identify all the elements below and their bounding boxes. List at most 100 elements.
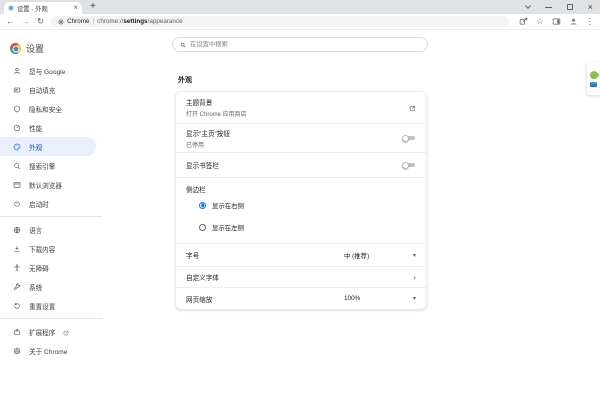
font-size-select[interactable]: 中 (推荐) ▾ bbox=[344, 251, 416, 260]
bookmarks-bar-title: 显示书签栏 bbox=[186, 160, 402, 170]
radio-unselected-icon[interactable] bbox=[199, 224, 206, 231]
sidebar-item-extensions[interactable]: 扩展程序 bbox=[0, 322, 96, 341]
settings-page: 设置 您与 Google 自动填充 隐私和安全 性能 外观 搜索引擎 bbox=[0, 30, 600, 400]
sidebar-item-downloads[interactable]: 下载内容 bbox=[0, 239, 96, 258]
radio-selected-icon[interactable] bbox=[199, 202, 206, 209]
theme-title: 主题背景 bbox=[186, 97, 409, 107]
omnibox-separator: | bbox=[93, 18, 95, 25]
search-icon bbox=[180, 42, 186, 48]
forward-icon[interactable]: → bbox=[22, 17, 31, 26]
tab-title: 设置 - 外观 bbox=[17, 4, 70, 13]
kebab-menu-icon[interactable]: ⋮ bbox=[586, 17, 595, 26]
section-title: 外观 bbox=[178, 75, 427, 85]
sidebar-item-on-startup[interactable]: 启动时 bbox=[0, 194, 96, 213]
font-size-title: 字号 bbox=[186, 250, 344, 260]
chrome-logo bbox=[10, 43, 21, 54]
floating-edge-widget[interactable] bbox=[587, 62, 600, 95]
theme-row[interactable]: 主题背景 打开 Chrome 应用商店 bbox=[176, 92, 426, 124]
blue-app-icon bbox=[590, 82, 597, 87]
reset-icon bbox=[13, 302, 21, 310]
toolbar-actions: ☆ ⋮ bbox=[519, 17, 594, 26]
sidebar-item-default-browser[interactable]: 默认浏览器 bbox=[0, 175, 96, 194]
person-icon bbox=[13, 67, 21, 75]
search-input[interactable] bbox=[190, 41, 420, 48]
font-size-row: 字号 中 (推荐) ▾ bbox=[176, 244, 426, 267]
settings-sidebar: 您与 Google 自动填充 隐私和安全 性能 外观 搜索引擎 默认浏览器 启 bbox=[0, 61, 165, 360]
show-home-button-row: 显示“主页”按钮 已停用 bbox=[176, 124, 426, 153]
open-in-new-icon[interactable] bbox=[409, 99, 416, 117]
side-panel-icon[interactable] bbox=[552, 17, 561, 26]
bookmark-star-icon[interactable]: ☆ bbox=[536, 17, 544, 26]
address-bar[interactable]: Chrome | chrome://settings/appearance bbox=[51, 16, 509, 27]
theme-subtitle: 打开 Chrome 应用商店 bbox=[186, 109, 409, 118]
home-button-title: 显示“主页”按钮 bbox=[186, 128, 402, 138]
shield-icon bbox=[13, 105, 21, 113]
globe-icon bbox=[13, 226, 21, 234]
sidebar-item-system[interactable]: 系统 bbox=[0, 277, 96, 296]
chevron-right-icon: › bbox=[413, 273, 416, 282]
appearance-card: 主题背景 打开 Chrome 应用商店 显示“主页”按钮 已停用 显示书签栏 bbox=[175, 91, 427, 310]
minimize-button[interactable] bbox=[545, 7, 552, 8]
speedometer-icon bbox=[13, 124, 21, 132]
site-label: Chrome bbox=[67, 18, 89, 25]
sidebar-item-performance[interactable]: 性能 bbox=[0, 118, 96, 137]
home-button-toggle[interactable] bbox=[402, 135, 416, 142]
bookmarks-bar-toggle[interactable] bbox=[402, 162, 416, 169]
magnifier-icon bbox=[13, 162, 21, 170]
power-icon bbox=[13, 200, 21, 208]
sidebar-item-appearance[interactable]: 外观 bbox=[0, 137, 96, 156]
sidebar-item-search-engine[interactable]: 搜索引擎 bbox=[0, 156, 96, 175]
sidebar-item-accessibility[interactable]: 无障碍 bbox=[0, 258, 96, 277]
new-tab-button[interactable]: + bbox=[90, 0, 96, 13]
download-icon bbox=[13, 245, 21, 253]
tab-close-icon[interactable]: × bbox=[73, 4, 78, 12]
customize-fonts-row[interactable]: 自定义字体 › bbox=[176, 267, 426, 288]
side-panel-option-right[interactable]: 显示在右侧 bbox=[199, 194, 416, 216]
green-leaf-icon bbox=[588, 69, 599, 80]
share-edit-icon[interactable] bbox=[519, 17, 528, 26]
window-controls: × bbox=[526, 0, 593, 14]
window-close-button[interactable]: × bbox=[588, 3, 593, 12]
sidebar-item-you-and-google[interactable]: 您与 Google bbox=[0, 61, 96, 80]
page-zoom-row: 网页缩放 100% ▾ bbox=[176, 288, 426, 309]
browser-toolbar: ← → ↻ Chrome | chrome://settings/appeara… bbox=[0, 14, 600, 30]
external-link-icon bbox=[63, 323, 69, 341]
autofill-icon bbox=[13, 86, 21, 94]
site-settings-gear-icon bbox=[58, 19, 64, 25]
back-icon[interactable]: ← bbox=[6, 17, 15, 26]
accessibility-icon bbox=[13, 264, 21, 272]
page-zoom-select[interactable]: 100% ▾ bbox=[344, 295, 416, 302]
url-text: chrome://settings/appearance bbox=[97, 18, 182, 25]
avatar[interactable] bbox=[569, 17, 578, 26]
sidebar-divider bbox=[0, 318, 102, 319]
page-title: 设置 bbox=[26, 42, 44, 55]
window-menu-chevron-icon[interactable] bbox=[525, 3, 531, 9]
home-button-status: 已停用 bbox=[186, 140, 402, 149]
dropdown-arrow-icon: ▾ bbox=[413, 295, 416, 302]
browser-tab[interactable]: 设置 - 外观 × bbox=[4, 2, 82, 14]
browser-window-icon bbox=[13, 181, 21, 189]
dropdown-arrow-icon: ▾ bbox=[413, 252, 416, 259]
page-zoom-title: 网页缩放 bbox=[186, 294, 344, 304]
sidebar-item-privacy[interactable]: 隐私和安全 bbox=[0, 99, 96, 118]
sidebar-divider bbox=[0, 216, 102, 217]
chrome-ring-icon bbox=[13, 347, 21, 355]
puzzle-icon bbox=[13, 328, 21, 336]
customize-fonts-title: 自定义字体 bbox=[186, 272, 413, 282]
reload-icon[interactable]: ↻ bbox=[37, 17, 44, 26]
side-panel-title: 侧边栏 bbox=[186, 184, 416, 194]
settings-search-box[interactable] bbox=[172, 37, 428, 52]
settings-gear-icon bbox=[8, 5, 14, 11]
sidebar-item-autofill[interactable]: 自动填充 bbox=[0, 80, 96, 99]
wrench-icon bbox=[13, 283, 21, 291]
side-panel-row: 侧边栏 显示在右侧 显示在左侧 bbox=[176, 178, 426, 244]
tab-strip: 设置 - 外观 × + × bbox=[0, 0, 600, 14]
maximize-button[interactable] bbox=[567, 4, 573, 10]
sidebar-item-about-chrome[interactable]: 关于 Chrome bbox=[0, 341, 96, 360]
show-bookmarks-bar-row: 显示书签栏 bbox=[176, 153, 426, 178]
side-panel-option-left[interactable]: 显示在左侧 bbox=[199, 216, 416, 238]
sidebar-item-languages[interactable]: 语言 bbox=[0, 220, 96, 239]
palette-icon bbox=[13, 143, 21, 151]
appearance-section: 外观 主题背景 打开 Chrome 应用商店 显示“主页”按钮 已停用 显示书签… bbox=[175, 75, 427, 310]
sidebar-item-reset[interactable]: 重置设置 bbox=[0, 296, 96, 315]
